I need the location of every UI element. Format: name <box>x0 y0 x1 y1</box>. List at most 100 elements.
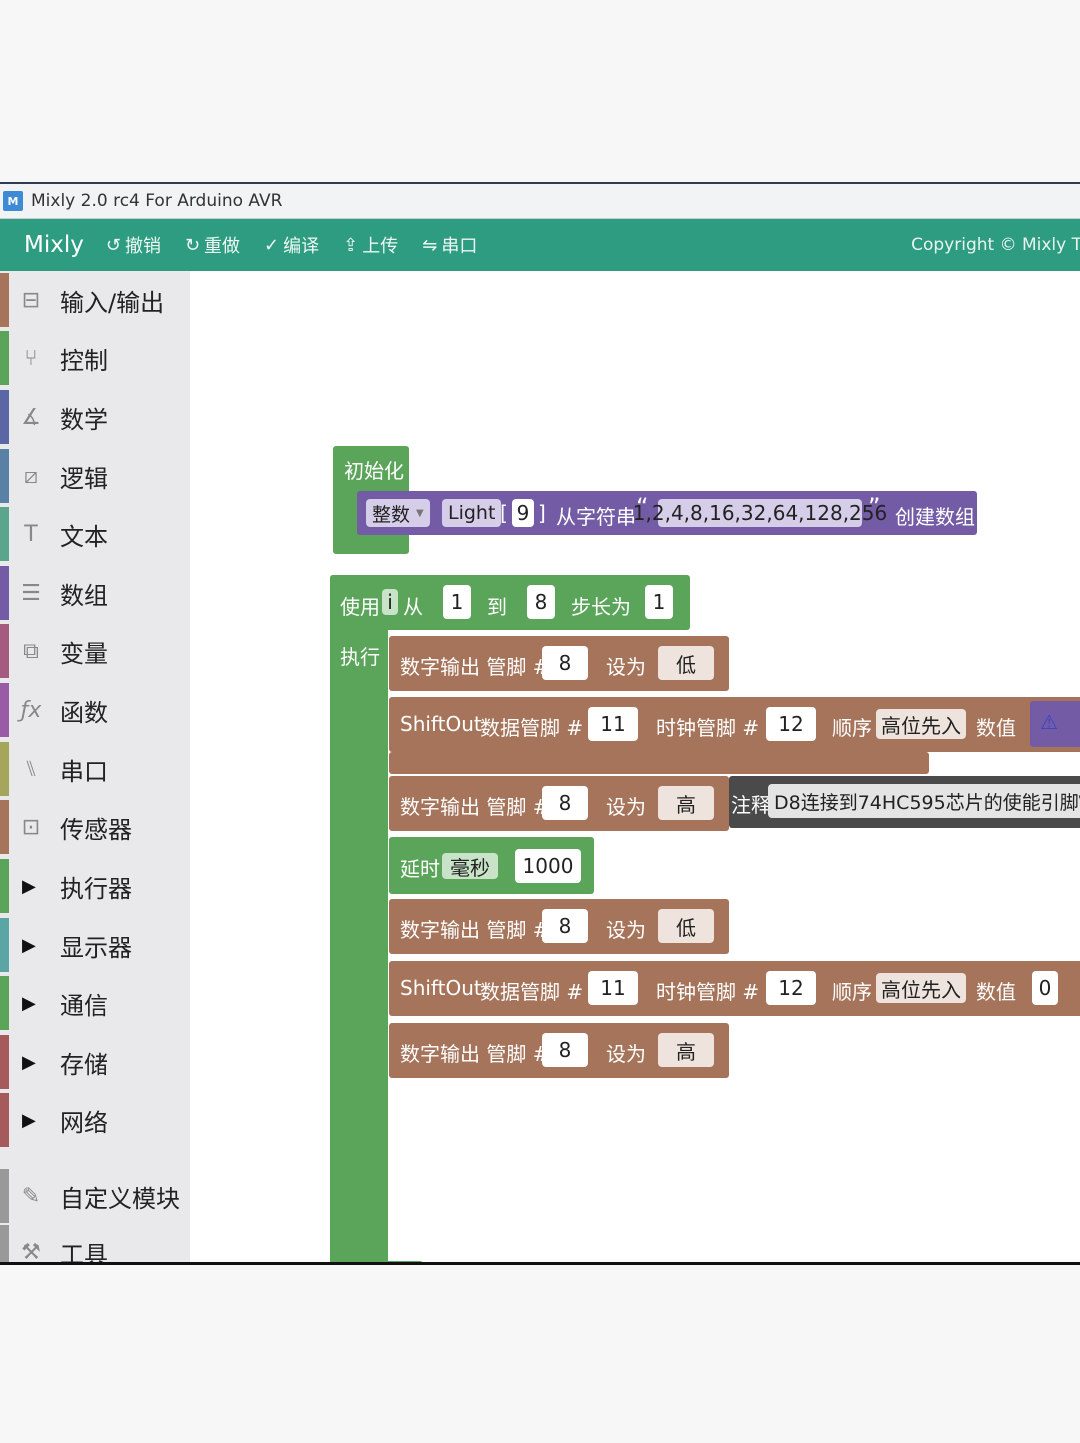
text-icon: T <box>24 521 38 547</box>
category-custom-module[interactable]: ✎ 自定义模块 <box>0 1167 190 1225</box>
shiftout-label: ShiftOut <box>400 712 482 736</box>
category-label: 串口 <box>60 757 108 786</box>
compile-label: 编译 <box>283 236 320 257</box>
value-label: 数值 <box>976 716 1016 740</box>
bracket-close: ] <box>538 501 546 525</box>
category-array[interactable]: ☰ 数组 <box>0 564 190 622</box>
for-use-label: 使用 <box>340 595 380 619</box>
pin-input[interactable]: 8 <box>542 646 588 680</box>
category-logic[interactable]: ⧄ 逻辑 <box>0 447 190 505</box>
category-function[interactable]: ƒx 函数 <box>0 681 190 739</box>
for-start-input[interactable]: 1 <box>443 585 471 619</box>
comment-text-input[interactable]: D8连接到74HC595芯片的使能引脚\nD <box>768 784 1080 818</box>
array-name-field[interactable]: Light <box>442 499 502 527</box>
data-pin-input[interactable]: 11 <box>588 707 638 741</box>
digital-write-label: 数字输出 管脚 # <box>400 795 550 819</box>
category-color-bar <box>0 273 9 327</box>
custom-module-icon: ✎ <box>21 1183 41 1209</box>
level-dropdown[interactable]: 低 <box>658 646 714 680</box>
category-label: 执行器 <box>60 874 132 903</box>
pin-input[interactable]: 8 <box>542 786 588 820</box>
expand-arrow-icon: ▶ <box>22 875 36 897</box>
for-step-label: 步长为 <box>571 595 631 619</box>
blockly-workspace[interactable]: 初始化 整数 ▼ Light [ 9 ] 从字符串 “ 1,2,4,8,16,32… <box>190 271 1080 1262</box>
comment-label: 注释 <box>731 793 771 817</box>
category-communication[interactable]: ▶ 通信 <box>0 974 190 1032</box>
upload-button[interactable]: ⇪ 上传 <box>343 232 398 258</box>
level-dropdown[interactable]: 高 <box>658 1033 714 1067</box>
array-name-value: Light <box>448 502 496 524</box>
bracket-open: [ <box>500 501 508 525</box>
level-dropdown[interactable]: 高 <box>658 786 714 820</box>
category-control[interactable]: ⑂ 控制 <box>0 329 190 387</box>
for-step-input[interactable]: 1 <box>645 585 673 619</box>
array-string-input[interactable]: 1,2,4,8,16,32,64,128,256 <box>633 499 887 527</box>
warning-icon[interactable]: ⚠ <box>1038 710 1060 734</box>
compile-button[interactable]: ✓ 编译 <box>264 232 319 258</box>
category-storage[interactable]: ▶ 存储 <box>0 1033 190 1091</box>
category-color-bar <box>0 859 9 913</box>
array-type-dropdown[interactable]: 整数 ▼ <box>366 499 430 527</box>
serial-icon: ⑊ <box>24 756 38 782</box>
category-color-bar <box>0 331 9 385</box>
category-text[interactable]: T 文本 <box>0 505 190 563</box>
category-sensor[interactable]: ⊡ 传感器 <box>0 798 190 856</box>
category-label: 网络 <box>60 1108 108 1137</box>
set-label: 设为 <box>606 918 646 942</box>
pin-input[interactable]: 8 <box>542 909 588 943</box>
expand-arrow-icon: ▶ <box>22 1051 36 1073</box>
undo-label: 撤销 <box>124 236 161 257</box>
category-color-bar <box>0 566 9 620</box>
quote-close-icon: ” <box>868 493 881 521</box>
category-tools[interactable]: ⚒ 工具 <box>0 1223 190 1262</box>
io-icon: ⊟ <box>21 287 41 313</box>
order-dropdown[interactable]: 高位先入 <box>876 973 966 1003</box>
upload-label: 上传 <box>362 236 399 257</box>
brand-logo[interactable]: Mixly <box>24 232 84 258</box>
category-serial[interactable]: ⑊ 串口 <box>0 740 190 798</box>
serial-button[interactable]: ⇋ 串口 <box>422 232 477 258</box>
category-variable[interactable]: ⧉ 变量 <box>0 622 190 680</box>
category-color-bar <box>0 449 9 503</box>
level-dropdown[interactable]: 低 <box>658 909 714 943</box>
category-color-bar <box>0 742 9 796</box>
clock-pin-input[interactable]: 12 <box>766 707 816 741</box>
for-end-input[interactable]: 8 <box>527 585 555 619</box>
mixly-window: M Mixly 2.0 rc4 For Arduino AVR Mixly ↺ 撤… <box>0 182 1080 1265</box>
category-actuator[interactable]: ▶ 执行器 <box>0 857 190 915</box>
category-network[interactable]: ▶ 网络 <box>0 1091 190 1149</box>
category-color-bar <box>0 800 9 854</box>
category-label: 控制 <box>60 346 108 375</box>
delay-ms-input[interactable]: 1000 <box>515 849 581 883</box>
pin-input[interactable]: 8 <box>542 1033 588 1067</box>
redo-button[interactable]: ↻ 重做 <box>185 232 240 258</box>
array-size-input[interactable]: 9 <box>512 499 534 527</box>
data-pin-label: 数据管脚 # <box>480 980 584 1004</box>
category-color-bar <box>0 683 9 737</box>
data-pin-input[interactable]: 11 <box>588 971 638 1005</box>
category-display[interactable]: ▶ 显示器 <box>0 916 190 974</box>
expand-arrow-icon: ▶ <box>22 934 36 956</box>
category-label: 显示器 <box>60 933 132 962</box>
shiftout-value-input[interactable]: 0 <box>1032 971 1058 1005</box>
undo-button[interactable]: ↺ 撤销 <box>106 232 161 258</box>
for-to-label: 到 <box>487 595 507 619</box>
category-label: 传感器 <box>60 815 132 844</box>
category-label: 数学 <box>60 405 108 434</box>
variable-icon: ⧉ <box>23 638 39 664</box>
dropdown-arrow-icon: ▼ <box>416 507 424 519</box>
redo-label: 重做 <box>204 236 241 257</box>
clock-pin-label: 时钟管脚 # <box>656 980 760 1004</box>
set-label: 设为 <box>606 1042 646 1066</box>
category-math[interactable]: ∡ 数学 <box>0 388 190 446</box>
order-dropdown[interactable]: 高位先入 <box>876 709 966 739</box>
delay-unit-dropdown[interactable]: 毫秒 <box>442 853 498 880</box>
delay-label: 延时 <box>400 857 440 881</box>
clock-pin-input[interactable]: 12 <box>766 971 816 1005</box>
control-icon: ⑂ <box>24 345 38 371</box>
category-io[interactable]: ⊟ 输入/输出 <box>0 271 190 329</box>
array-icon: ☰ <box>21 580 41 606</box>
category-label: 数组 <box>60 581 108 610</box>
create-array-label: 创建数组 <box>895 505 975 529</box>
for-var-field[interactable]: i <box>382 589 398 615</box>
